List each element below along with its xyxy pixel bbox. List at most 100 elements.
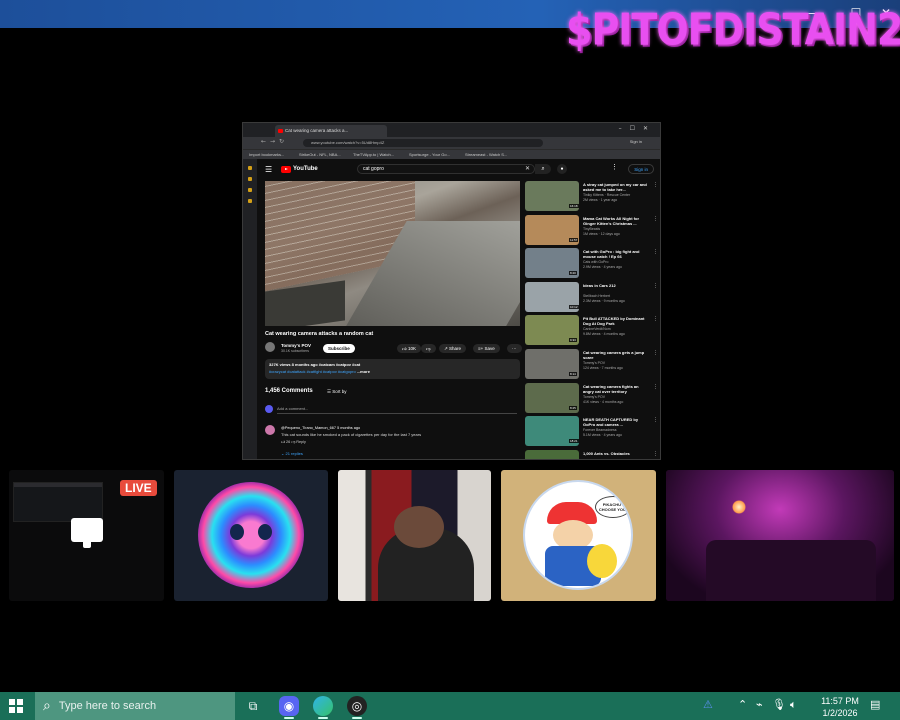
search-query: cat gopro xyxy=(363,166,384,172)
thumbs-down-icon: 👎︎ xyxy=(426,346,431,351)
sidebar-icon[interactable] xyxy=(248,188,252,192)
like-count: 10K xyxy=(407,346,416,351)
kebab-menu-icon[interactable]: ⋮ xyxy=(653,451,658,457)
recommended-title[interactable]: Pit Bull ATTACKED by Dominant Dog At Dog… xyxy=(583,316,649,326)
tray-chevron-icon[interactable]: ⌃ xyxy=(738,698,747,711)
kebab-menu-icon[interactable]: ⋮ xyxy=(653,316,658,322)
video-duration: 8:20 xyxy=(569,271,577,276)
kebab-menu-icon[interactable]: ⋮ xyxy=(653,216,658,222)
recommended-video[interactable]: 8:25 Cat wearing camera fights an angry c… xyxy=(525,382,660,414)
recommended-video[interactable]: 8:14 Cat wearing camera gets a jump scare… xyxy=(525,349,660,380)
tile-screen-share[interactable]: LIVE xyxy=(9,470,164,601)
kebab-menu-icon[interactable]: ⋮ xyxy=(653,182,658,188)
recommended-title[interactable]: Cat wearing camera gets a jump scare xyxy=(583,350,649,360)
recommended-title[interactable]: A stray cat jumped on my car and asked m… xyxy=(583,182,649,192)
subscriber-count: 30.1K subscribers xyxy=(281,349,310,353)
description-more[interactable]: ...more xyxy=(357,369,370,374)
recommended-meta: 2M views · 1 year ago xyxy=(583,198,618,202)
video-description[interactable]: 327K views 8 months ago #catcam #catpov … xyxy=(265,359,520,379)
recommended-title[interactable]: Mama Cat Works All Night for Ginger Kitt… xyxy=(583,216,649,226)
kebab-menu-icon[interactable]: ⋮ xyxy=(653,417,658,423)
add-comment-input[interactable]: Add a comment... xyxy=(277,406,517,414)
recommended-meta: 2.3M views · 9 months ago xyxy=(583,298,625,303)
recommended-meta: 41K views · 4 months ago xyxy=(583,399,624,404)
bookmark-item[interactable]: StrikeOut - NFL, NBA... xyxy=(299,152,341,157)
kebab-menu-icon[interactable]: ⋮ xyxy=(653,249,658,255)
windows-start-icon[interactable] xyxy=(9,699,23,713)
voice-search-icon[interactable]: ● xyxy=(557,164,567,174)
sort-by-button[interactable]: ☰ Sort by xyxy=(327,389,347,395)
notifications-icon[interactable]: ▤ xyxy=(870,698,880,711)
sidebar-icon[interactable] xyxy=(248,177,252,181)
browser-window-controls[interactable]: –☐✕ xyxy=(619,125,656,132)
commenter-avatar[interactable] xyxy=(265,425,275,435)
browser-signin[interactable]: Sign in xyxy=(630,139,642,144)
recommended-video[interactable]: 11:57 Mama Cat Works All Night for Ginger… xyxy=(525,214,660,246)
sidebar-icon[interactable] xyxy=(248,199,252,203)
dislike-button[interactable]: 👎︎ xyxy=(421,344,436,353)
tile-webcam[interactable] xyxy=(338,470,491,601)
comment-actions: 👍︎ 26 👎︎ Reply xyxy=(281,440,306,445)
microphone-icon[interactable]: 🎙︎ xyxy=(772,698,786,711)
recommended-title[interactable]: Cat with GoPro : big fight and mouse cat… xyxy=(583,249,649,259)
system-clock[interactable]: 11:57 PM 1/2/2026 xyxy=(812,695,868,719)
recommended-video[interactable]: 8:20 Cat with GoPro : big fight and mouse… xyxy=(525,248,660,279)
network-icon[interactable]: ⌁ xyxy=(756,698,763,711)
comment-replies-toggle[interactable]: ⌄ 21 replies xyxy=(281,451,303,456)
recommended-video[interactable]: 1,000 Ants vs. ObstaclesBeekeeper⋮ xyxy=(525,449,660,459)
search-button[interactable]: ⌕ xyxy=(535,164,551,174)
youtube-signin-button[interactable]: Sign in xyxy=(628,164,654,174)
youtube-logo[interactable]: YouTube xyxy=(281,165,318,173)
channel-name[interactable]: Tommy's POV xyxy=(281,343,311,348)
youtube-play-icon xyxy=(281,165,291,173)
bedroom-scene xyxy=(666,470,894,601)
hamburger-menu-icon[interactable]: ☰ xyxy=(265,165,272,174)
url-input[interactable]: www.youtube.com/watch?v=5Ud8Hmp4Z xyxy=(303,139,543,147)
share-label: Share xyxy=(449,346,462,351)
discord-icon[interactable]: ◉ xyxy=(279,696,299,716)
recommended-channel: Tiniky Kittens · Rescue Center xyxy=(583,193,631,197)
recommended-video[interactable]: 10:12 Ideas in Cars 212 Stellbach Herbert 2… xyxy=(525,281,660,313)
bookmark-item[interactable]: Sportsurge - Your Go... xyxy=(409,152,450,157)
kebab-menu-icon[interactable]: ⋮ xyxy=(653,350,658,356)
recommended-video[interactable]: 18:21 NEAR DEATH CAPTURED by GoPro and ca… xyxy=(525,416,660,447)
bookmark-item[interactable]: Streameast - Watch S... xyxy=(465,152,507,157)
subscribe-button[interactable]: Subscribe xyxy=(323,344,355,353)
clock-date: 1/2/2026 xyxy=(822,708,858,718)
sidebar-icon[interactable] xyxy=(248,166,252,170)
kebab-menu-icon[interactable]: ⋮ xyxy=(653,283,658,289)
nav-buttons-icon[interactable]: ←→↻ xyxy=(261,138,288,145)
bookmark-item[interactable]: Import bookmarks... xyxy=(249,152,284,157)
recommended-meta: 2.9M views · 4 years ago xyxy=(583,265,622,270)
clear-search-icon[interactable]: ✕ xyxy=(525,165,530,174)
task-view-icon[interactable]: ⧉ xyxy=(243,696,263,716)
save-button[interactable]: ≡+ Save xyxy=(473,344,500,353)
search-input[interactable]: cat gopro ✕ xyxy=(357,164,535,174)
comment-author[interactable]: @Pequeno_Tirano_Mamon_667 5 months ago xyxy=(281,426,360,430)
recommended-title[interactable]: 1,000 Ants vs. Obstacles xyxy=(583,451,649,456)
kebab-menu-icon[interactable]: ⋮ xyxy=(653,384,658,390)
video-player[interactable] xyxy=(265,181,520,326)
more-options-icon[interactable]: ⋮ xyxy=(611,163,618,171)
browser-tab[interactable]: Cat wearing camera attacks a... xyxy=(275,125,387,137)
video-thumbnail[interactable] xyxy=(525,449,579,459)
volume-icon[interactable]: 🔈︎ xyxy=(790,698,797,712)
more-actions-icon[interactable]: ⋯ xyxy=(507,344,522,353)
share-button[interactable]: ↗ Share xyxy=(439,344,467,353)
taskbar-search-input[interactable]: ⌕ Type here to search xyxy=(35,692,235,720)
bookmark-item[interactable]: TheTVApp.to | Watch... xyxy=(353,152,394,157)
recommended-video[interactable]: 9:33 Pit Bull ATTACKED by Dominant Dog At… xyxy=(525,315,660,346)
recommended-title[interactable]: Ideas in Cars 212 xyxy=(583,283,649,288)
comment-reply-button[interactable]: Reply xyxy=(296,440,306,444)
like-button[interactable]: 👍︎ 10K xyxy=(397,344,421,353)
recommended-title[interactable]: Cat wearing camera fights an angry cat o… xyxy=(583,384,649,394)
tile-bedroom-cam[interactable] xyxy=(666,470,894,601)
recommended-title[interactable]: NEAR DEATH CAPTURED by GoPro and camera … xyxy=(583,417,649,427)
tile-skull-avatar[interactable] xyxy=(174,470,328,601)
edge-browser-icon[interactable] xyxy=(313,696,333,716)
recommended-video[interactable]: 16:18 A stray cat jumped on my car and as… xyxy=(525,181,660,212)
alert-icon[interactable]: ⚠ xyxy=(703,698,713,711)
channel-avatar[interactable] xyxy=(265,342,275,352)
tile-pokemon-avatar[interactable]: PIKACHU I CHOOSE YOU! xyxy=(501,470,656,601)
obs-icon[interactable]: ◎ xyxy=(347,696,367,716)
